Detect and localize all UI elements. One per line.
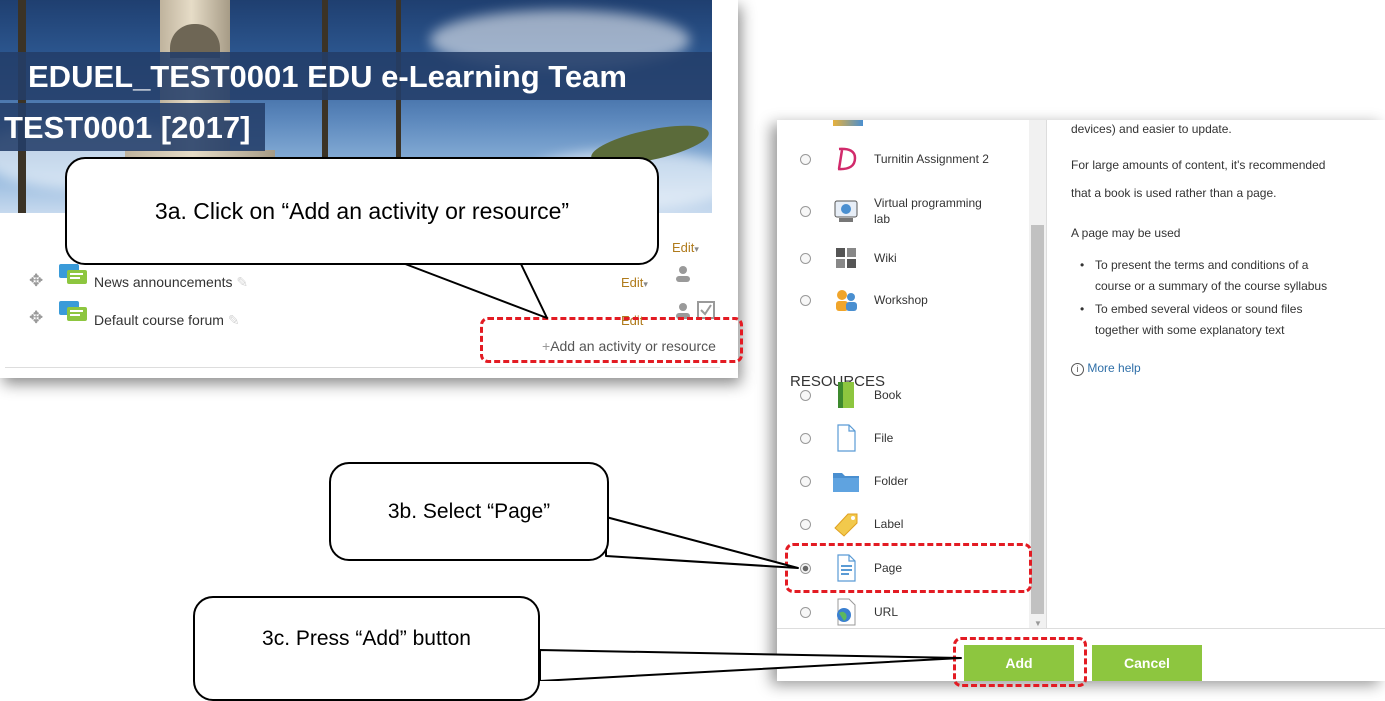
callout-text: 3c. Press “Add” button <box>262 626 471 650</box>
callout-step-3c: 3c. Press “Add” button <box>193 596 540 701</box>
callout-step-3a: 3a. Click on “Add an activity or resourc… <box>65 157 659 265</box>
callout-pointers <box>399 261 962 681</box>
callout-text: 3b. Select “Page” <box>387 499 551 523</box>
callout-step-3b: 3b. Select “Page” <box>329 462 609 561</box>
callout-text: 3a. Click on “Add an activity or resourc… <box>154 197 570 224</box>
